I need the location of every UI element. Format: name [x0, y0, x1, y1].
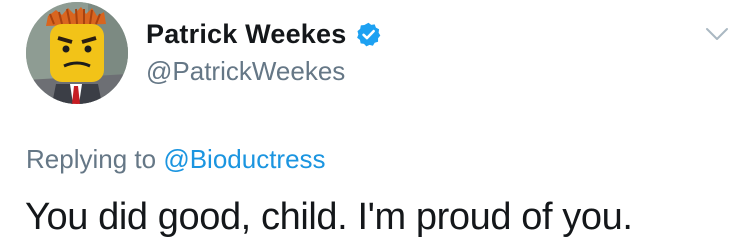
reply-prefix: Replying to [26, 144, 157, 174]
chevron-down-icon[interactable] [705, 26, 729, 42]
verified-badge-icon [355, 21, 382, 48]
reply-context: Replying to @Bioductress [26, 144, 326, 175]
tweet-text: You did good, child. I'm proud of you. [25, 196, 633, 238]
tweet-card: Patrick Weekes @PatrickWeekes Replying t… [0, 0, 749, 249]
author-handle[interactable]: @PatrickWeekes [146, 56, 345, 87]
lego-minifigure-avatar [26, 2, 128, 104]
author-name-row: Patrick Weekes [146, 14, 382, 54]
reply-target-link[interactable]: @Bioductress [163, 144, 325, 174]
author-display-name[interactable]: Patrick Weekes [146, 19, 346, 50]
avatar[interactable] [26, 2, 128, 104]
